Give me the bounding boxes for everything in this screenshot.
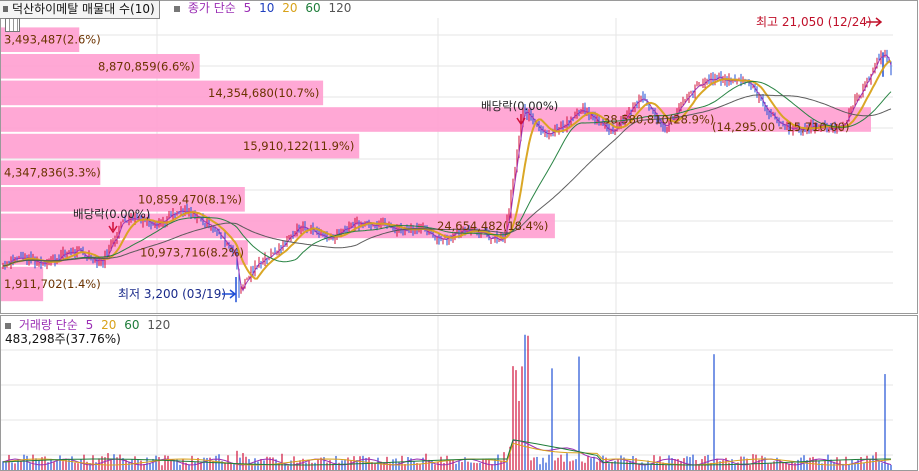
legend-marker-icon (174, 5, 180, 12)
volume-profile-label: 3,493,487(2.6%) (4, 33, 101, 47)
volume-profile-label: 15,910,122(11.9%) (243, 139, 354, 153)
price-ma-legend: 종가 단순 5 10 20 60 120 (174, 0, 351, 17)
low-price-label: 최저 3,200 (03/19) (118, 287, 226, 301)
volume-panel-frame (0, 315, 918, 471)
chart-title: 덕산하이메탈 매물대 수(10) (12, 2, 155, 16)
price-legend-label: 종가 단순 (187, 1, 236, 15)
volume-profile-label: 14,354,680(10.7%) (208, 86, 319, 100)
volume-profile-label: 8,870,859(6.6%) (98, 59, 195, 73)
volume-legend-label: 거래량 단순 (18, 318, 78, 332)
volume-profile-label: 10,859,470(8.1%) (138, 192, 242, 206)
ma-period-120: 120 (328, 1, 352, 15)
vol-ma-period-20: 20 (101, 318, 117, 332)
volume-profile-label: 10,973,716(8.2%) (140, 246, 244, 260)
volume-profile-label: 24,654,482(18.4%) (437, 219, 548, 233)
legend-marker-icon (5, 322, 11, 329)
vol-ma-period-120: 120 (147, 318, 171, 332)
profile-range-label: (14,295.00 - 15,710.00) (712, 120, 850, 134)
stock-chart[interactable]: 3,493,487(2.6%) 8,870,859(6.6%) 14,354,680… (0, 0, 919, 471)
chart-title-tab[interactable]: 덕산하이메탈 매물대 수(10) (0, 0, 160, 19)
ma-period-20: 20 (282, 1, 298, 15)
dividend-label: 배당락(0.00%) (73, 207, 150, 221)
grid-view-icon[interactable] (5, 18, 20, 32)
vol-ma-period-5: 5 (85, 318, 94, 332)
volume-profile-label: 38,580,810(28.9%) (603, 113, 714, 127)
volume-profile-label: 1,911,702(1.4%) (4, 277, 101, 291)
ma-period-5: 5 (243, 1, 252, 15)
high-price-label: 최고 21,050 (12/24) (756, 15, 872, 29)
volume-profile-label: 4,347,836(3.3%) (4, 166, 101, 180)
ma-period-10: 10 (259, 1, 275, 15)
volume-last-value: 483,298주(37.76%) (5, 332, 121, 346)
tab-marker-icon (3, 6, 8, 12)
ma-period-60: 60 (305, 1, 321, 15)
vol-ma-period-60: 60 (124, 318, 140, 332)
dividend-label: 배당락(0.00%) (481, 99, 558, 113)
